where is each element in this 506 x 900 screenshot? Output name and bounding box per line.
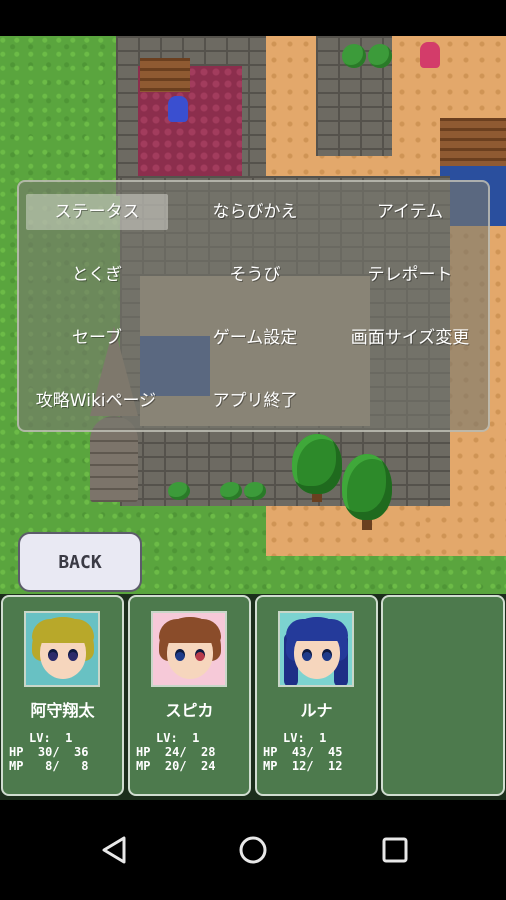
character-portrait	[151, 611, 227, 687]
tree	[342, 454, 392, 520]
home-circle-icon[interactable]	[238, 835, 268, 865]
party-panel: 阿守翔太 LV: 1 HP 30/ 36 MP 8/ 8 スピカ LV: 1 H…	[0, 594, 506, 800]
portrait-bangs	[286, 619, 348, 641]
grass-tuft	[168, 482, 190, 500]
character-hp: HP 43/ 45	[263, 745, 343, 759]
game-menu: ステータス ならびかえ アイテム とくぎ そうび テレポート セーブ ゲーム設定…	[17, 180, 490, 432]
character-portrait	[24, 611, 100, 687]
npc-character	[168, 96, 188, 122]
character-mp: MP 20/ 24	[136, 759, 216, 773]
menu-equip[interactable]: そうび	[179, 257, 331, 293]
portrait-eye	[195, 649, 205, 661]
portrait-eye	[48, 649, 58, 661]
back-triangle-icon[interactable]	[100, 835, 130, 865]
menu-game-settings[interactable]: ゲーム設定	[179, 320, 331, 356]
portrait-eye	[68, 649, 78, 661]
character-mp: MP 8/ 8	[9, 759, 89, 773]
character-level: LV: 1	[283, 731, 327, 745]
character-name: ルナ	[300, 701, 333, 720]
roof-tiles	[440, 118, 506, 166]
shelf	[140, 58, 190, 92]
character-name: スピカ	[165, 701, 214, 720]
menu-wiki[interactable]: 攻略Wikiページ	[19, 383, 173, 419]
party-empty-slot[interactable]	[381, 595, 505, 796]
character-mp: MP 12/ 12	[263, 759, 343, 773]
bush	[342, 44, 366, 68]
menu-quit[interactable]: アプリ終了	[179, 383, 331, 419]
npc-character	[420, 42, 440, 68]
portrait-bangs	[159, 619, 221, 643]
grass-tuft	[244, 482, 266, 500]
menu-screen-size[interactable]: 画面サイズ変更	[335, 320, 485, 356]
portrait-eye	[322, 649, 332, 661]
recents-square-icon[interactable]	[380, 835, 410, 865]
party-member-card[interactable]: 阿守翔太 LV: 1 HP 30/ 36 MP 8/ 8	[1, 595, 124, 796]
menu-items[interactable]: アイテム	[335, 194, 485, 230]
back-button[interactable]: BACK	[18, 532, 142, 592]
menu-reorder[interactable]: ならびかえ	[179, 194, 331, 230]
bush	[368, 44, 392, 68]
character-hp: HP 30/ 36	[9, 745, 89, 759]
character-portrait	[278, 611, 354, 687]
party-member-card[interactable]: ルナ LV: 1 HP 43/ 45 MP 12/ 12	[255, 595, 378, 796]
menu-teleport[interactable]: テレポート	[335, 257, 485, 293]
character-name: 阿守翔太	[30, 701, 95, 720]
menu-skills[interactable]: とくぎ	[26, 257, 168, 293]
grass-tuft	[220, 482, 242, 500]
menu-status[interactable]: ステータス	[26, 194, 168, 230]
character-level: LV: 1	[156, 731, 200, 745]
character-hp: HP 24/ 28	[136, 745, 216, 759]
menu-save[interactable]: セーブ	[26, 320, 168, 356]
portrait-eye	[175, 649, 185, 661]
portrait-bangs	[32, 619, 94, 643]
tree	[292, 434, 342, 494]
party-member-card[interactable]: スピカ LV: 1 HP 24/ 28 MP 20/ 24	[128, 595, 251, 796]
portrait-eye	[302, 649, 312, 661]
character-level: LV: 1	[29, 731, 73, 745]
